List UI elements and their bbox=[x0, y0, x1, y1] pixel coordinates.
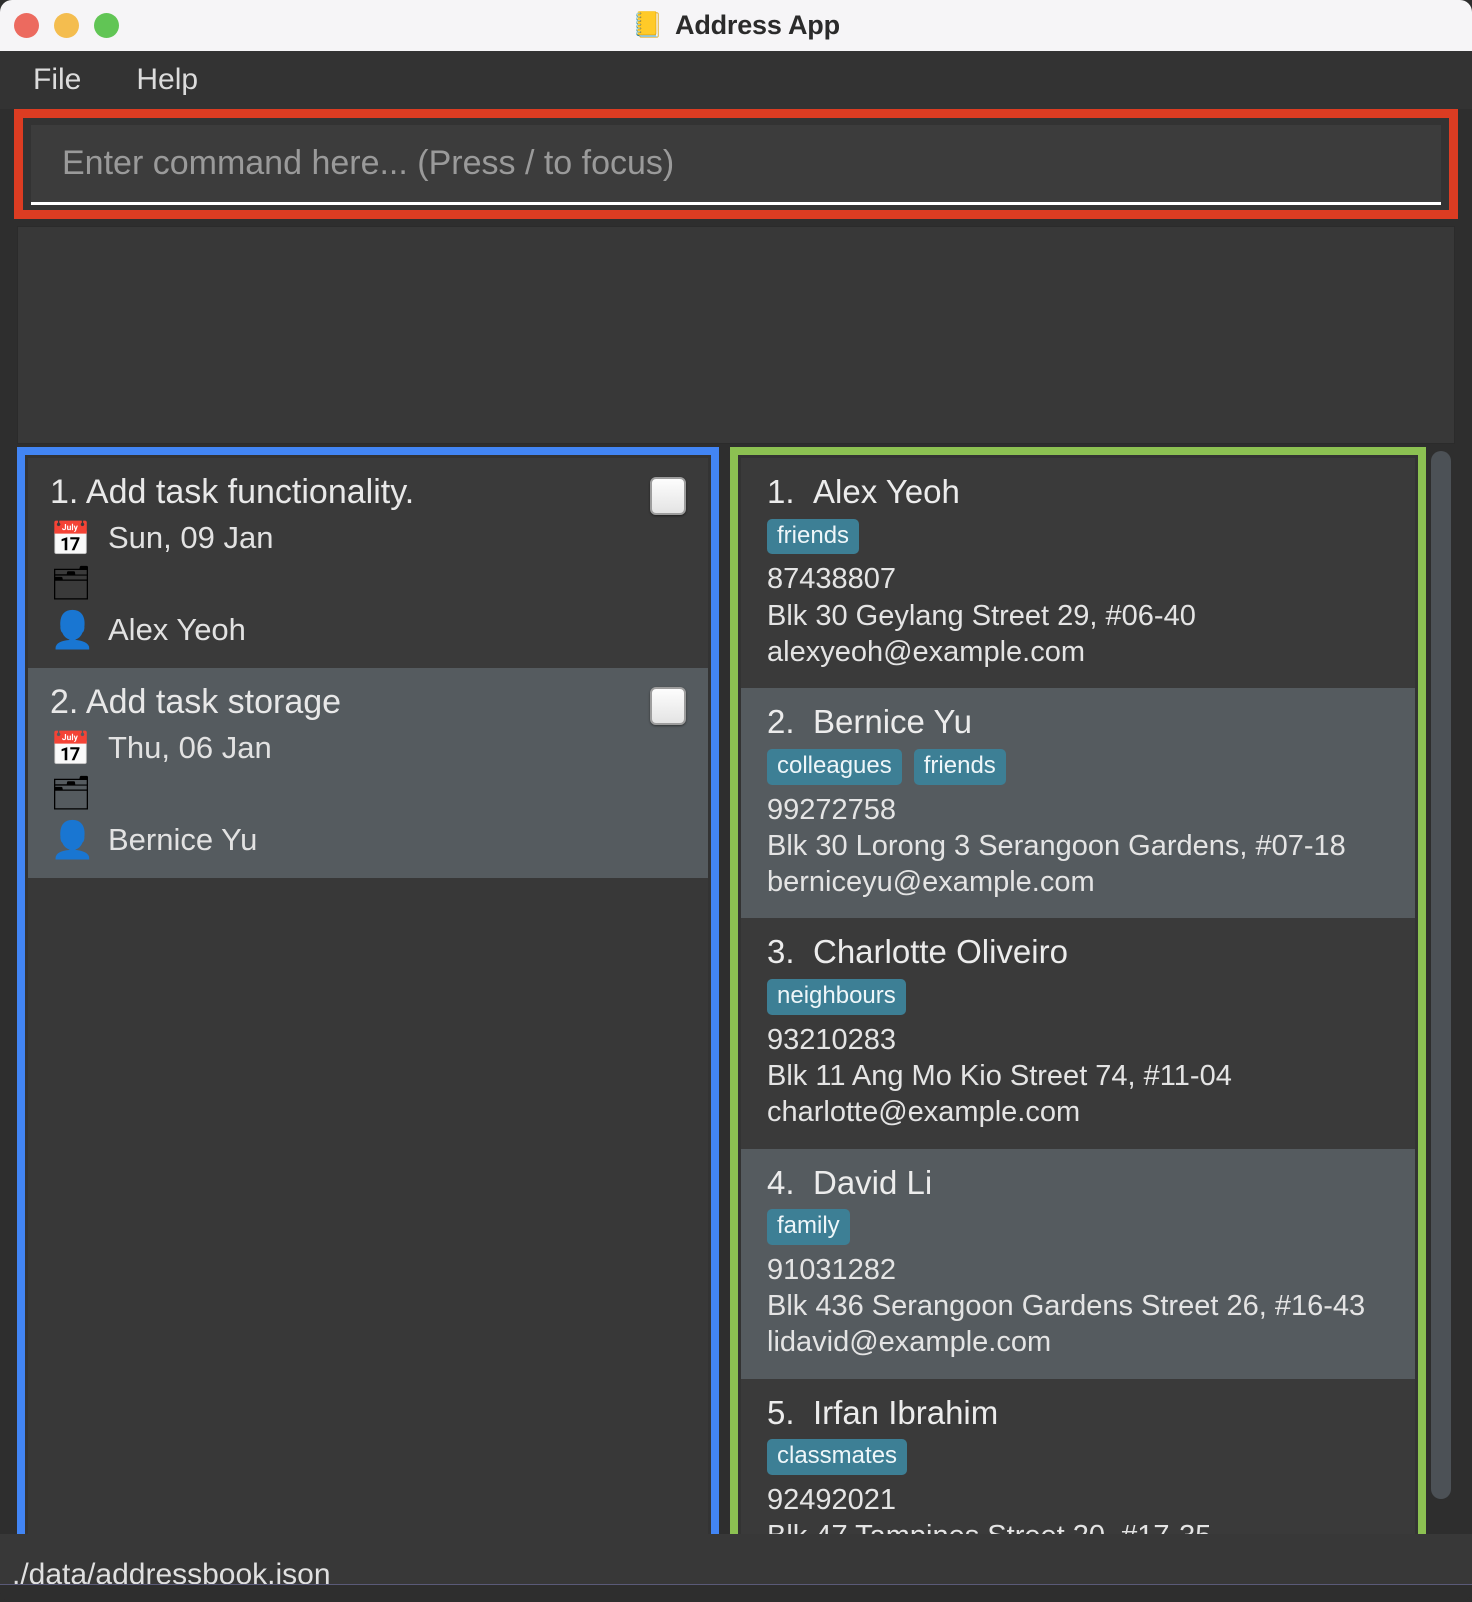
statusbar-path: ./data/addressbook.json bbox=[12, 1558, 331, 1584]
contact-address: Blk 436 Serangoon Gardens Street 26, #16… bbox=[767, 1290, 1366, 1323]
contact-card[interactable]: 2. Bernice Yu colleagues friends 9927275… bbox=[741, 688, 1415, 919]
window-bottom-edge bbox=[0, 1584, 1472, 1602]
statusbar: ./data/addressbook.json bbox=[0, 1534, 1472, 1584]
menu-item-file[interactable]: File bbox=[33, 63, 81, 97]
contact-phone: 93210283 bbox=[767, 1023, 897, 1056]
contact-phone: 99272758 bbox=[767, 793, 897, 826]
close-button[interactable] bbox=[14, 13, 39, 38]
window-title: 📒 Address App bbox=[0, 10, 1472, 41]
contact-phone: 91031282 bbox=[767, 1253, 897, 1286]
app-window: 📒 Address App File Help 1. Add task func… bbox=[0, 0, 1472, 1602]
task-done-checkbox[interactable] bbox=[650, 687, 686, 726]
result-display-box bbox=[17, 226, 1455, 444]
contacts-list[interactable]: 1. Alex Yeoh friends 87438807 Blk 30 Gey… bbox=[741, 458, 1415, 1556]
contact-email: charlotte@example.com bbox=[767, 1096, 1081, 1129]
contact-tags: classmates bbox=[767, 1439, 1389, 1476]
tasks-panel-highlight: 1. Add task functionality. 📅 Sun, 09 Jan… bbox=[17, 447, 719, 1567]
menubar: File Help bbox=[0, 51, 1472, 109]
contacts-panel-highlight: 1. Alex Yeoh friends 87438807 Blk 30 Gey… bbox=[730, 447, 1426, 1567]
contact-name: Irfan Ibrahim bbox=[813, 1393, 999, 1431]
contact-tag: neighbours bbox=[767, 978, 906, 1015]
contact-address: Blk 11 Ang Mo Kio Street 74, #11-04 bbox=[767, 1060, 1232, 1093]
person-icon: 👤 bbox=[50, 609, 95, 651]
contact-address: Blk 30 Lorong 3 Serangoon Gardens, #07-1… bbox=[767, 829, 1346, 862]
contact-name-row: 1. Alex Yeoh bbox=[767, 472, 1389, 512]
titlebar: 📒 Address App bbox=[0, 0, 1472, 51]
contact-tags: friends bbox=[767, 518, 1389, 555]
task-project-row: 🗂 bbox=[50, 560, 686, 604]
contact-index: 5. bbox=[767, 1393, 795, 1431]
contact-name: Bernice Yu bbox=[813, 703, 973, 741]
task-card[interactable]: 1. Add task functionality. 📅 Sun, 09 Jan… bbox=[28, 458, 708, 669]
contact-tags: colleagues friends bbox=[767, 748, 1389, 785]
window-title-text: Address App bbox=[675, 10, 840, 40]
contact-name-row: 5. Irfan Ibrahim bbox=[767, 1393, 1389, 1433]
contact-card[interactable]: 1. Alex Yeoh friends 87438807 Blk 30 Gey… bbox=[741, 458, 1415, 689]
contact-tag: friends bbox=[767, 518, 860, 555]
contacts-scrollbar[interactable] bbox=[1431, 451, 1451, 1499]
contact-card[interactable]: 4. David Li family 91031282 Blk 436 Sera… bbox=[741, 1148, 1415, 1379]
task-person: Alex Yeoh bbox=[108, 612, 246, 648]
contact-address: Blk 30 Geylang Street 29, #06-40 bbox=[767, 599, 1196, 632]
calendar-clock-icon: 📅 bbox=[50, 519, 92, 557]
task-card[interactable]: 2. Add task storage 📅 Thu, 06 Jan 🗂 👤 Be… bbox=[28, 668, 708, 879]
tasks-list[interactable]: 1. Add task functionality. 📅 Sun, 09 Jan… bbox=[28, 458, 708, 1556]
contact-tag: family bbox=[767, 1209, 850, 1245]
task-date-row: 📅 Thu, 06 Jan bbox=[50, 726, 686, 770]
contact-index: 3. bbox=[767, 933, 795, 971]
contact-name: Charlotte Oliveiro bbox=[813, 933, 1068, 971]
contact-index: 1. bbox=[767, 473, 795, 510]
contact-tag: friends bbox=[913, 748, 1006, 785]
contact-tag: colleagues bbox=[767, 748, 902, 785]
contact-tags: neighbours bbox=[767, 978, 1389, 1015]
task-person: Bernice Yu bbox=[108, 822, 258, 858]
command-box[interactable] bbox=[31, 125, 1441, 205]
minimize-button[interactable] bbox=[54, 13, 79, 38]
contact-card[interactable]: 3. Charlotte Oliveiro neighbours 9321028… bbox=[741, 918, 1415, 1149]
project-document-icon: 🗂 bbox=[50, 563, 92, 601]
contact-tag: classmates bbox=[767, 1439, 908, 1476]
contact-tags: family bbox=[767, 1209, 1389, 1245]
contact-name: Alex Yeoh bbox=[813, 473, 960, 510]
contact-name: David Li bbox=[813, 1163, 933, 1201]
contact-name-row: 4. David Li bbox=[767, 1163, 1389, 1203]
contact-email: berniceyu@example.com bbox=[767, 866, 1095, 899]
command-input[interactable] bbox=[62, 144, 1441, 183]
contact-name-row: 3. Charlotte Oliveiro bbox=[767, 932, 1389, 972]
person-icon: 👤 bbox=[50, 819, 95, 861]
contact-phone: 92492021 bbox=[767, 1484, 897, 1517]
task-date: Sun, 09 Jan bbox=[108, 520, 274, 556]
contact-email: alexyeoh@example.com bbox=[767, 635, 1085, 668]
task-title: 1. Add task functionality. bbox=[50, 473, 415, 511]
project-document-icon: 🗂 bbox=[50, 773, 92, 811]
contact-email: lidavid@example.com bbox=[767, 1326, 1052, 1359]
traffic-lights bbox=[14, 13, 119, 38]
task-person-row: 👤 Bernice Yu bbox=[50, 822, 686, 858]
task-person-row: 👤 Alex Yeoh bbox=[50, 612, 686, 648]
task-project-row: 🗂 bbox=[50, 770, 686, 814]
address-book-icon: 📒 bbox=[632, 11, 664, 39]
task-date: Thu, 06 Jan bbox=[108, 730, 272, 766]
task-title: 2. Add task storage bbox=[50, 683, 342, 722]
contact-card[interactable]: 5. Irfan Ibrahim classmates 92492021 Blk… bbox=[741, 1378, 1415, 1556]
task-date-row: 📅 Sun, 09 Jan bbox=[50, 516, 686, 560]
menu-item-help[interactable]: Help bbox=[136, 63, 198, 97]
command-box-highlight bbox=[14, 109, 1458, 219]
contact-index: 2. bbox=[767, 703, 795, 741]
calendar-clock-icon: 📅 bbox=[50, 729, 92, 767]
contact-index: 4. bbox=[767, 1163, 795, 1201]
maximize-button[interactable] bbox=[94, 13, 119, 38]
contact-name-row: 2. Bernice Yu bbox=[767, 702, 1389, 742]
contact-phone: 87438807 bbox=[767, 563, 897, 596]
task-done-checkbox[interactable] bbox=[650, 477, 686, 515]
